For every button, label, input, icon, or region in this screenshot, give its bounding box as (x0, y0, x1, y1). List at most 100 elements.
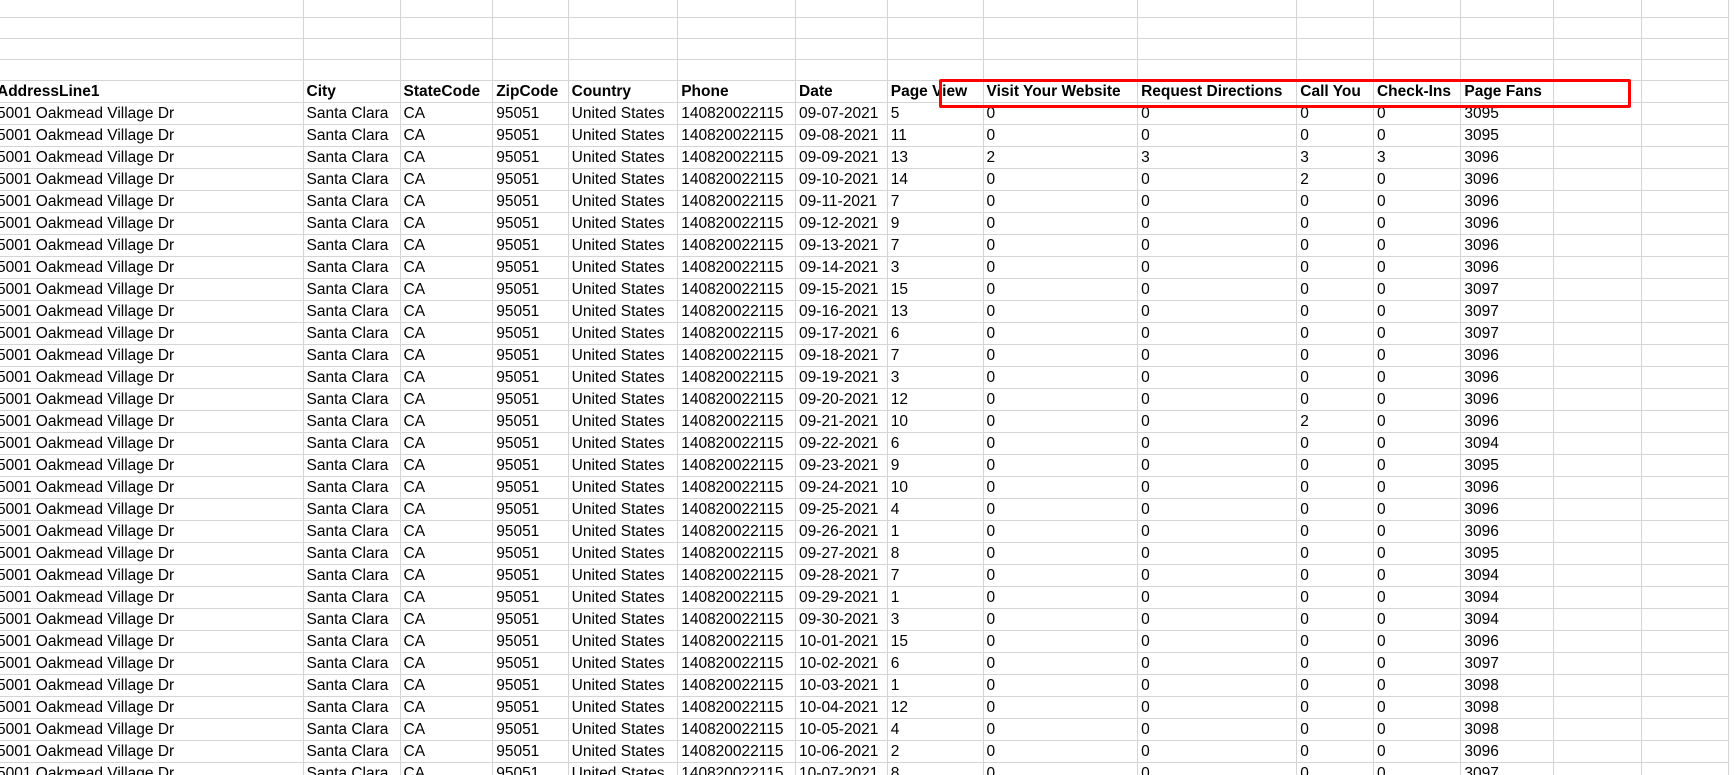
cell[interactable]: 140820022115 (677, 102, 797, 125)
cell[interactable]: 5001 Oakmead Village Dr (0, 278, 304, 301)
cell[interactable]: 5001 Oakmead Village Dr (0, 146, 304, 169)
cell[interactable]: 0 (1373, 674, 1462, 697)
cell[interactable]: CA (400, 564, 494, 587)
cell[interactable] (1641, 696, 1730, 719)
cell[interactable] (1641, 168, 1730, 191)
cell[interactable]: Santa Clara (303, 432, 401, 455)
cell[interactable]: 3096 (1460, 146, 1555, 169)
cell[interactable]: 0 (1373, 234, 1462, 257)
cell[interactable]: 0 (983, 762, 1139, 775)
cell[interactable]: 0 (1296, 608, 1374, 631)
cell[interactable]: 140820022115 (677, 564, 797, 587)
cell[interactable]: 140820022115 (677, 344, 797, 367)
cell[interactable]: 09-18-2021 (795, 344, 888, 367)
cell[interactable]: 3098 (1460, 674, 1555, 697)
cell[interactable]: 95051 (492, 542, 569, 565)
cell[interactable]: United States (568, 234, 679, 257)
cell[interactable]: CA (400, 454, 494, 477)
cell[interactable]: 5001 Oakmead Village Dr (0, 410, 304, 433)
cell[interactable] (1641, 410, 1730, 433)
cell[interactable]: 0 (1373, 124, 1462, 147)
cell[interactable]: 3096 (1460, 212, 1555, 235)
cell[interactable]: 09-09-2021 (795, 146, 888, 169)
cell[interactable] (1296, 17, 1374, 39)
cell[interactable] (1641, 300, 1730, 323)
cell[interactable]: 09-12-2021 (795, 212, 888, 235)
cell[interactable]: 6 (887, 652, 984, 675)
column-header[interactable]: StateCode (400, 80, 494, 103)
column-header[interactable]: ZipCode (492, 80, 569, 103)
cell[interactable]: 0 (1373, 630, 1462, 653)
cell[interactable] (1641, 102, 1730, 125)
cell[interactable]: United States (568, 564, 679, 587)
cell[interactable]: 6 (887, 432, 984, 455)
cell[interactable] (1553, 498, 1642, 521)
cell[interactable]: Santa Clara (303, 366, 401, 389)
cell[interactable]: 140820022115 (677, 366, 797, 389)
cell[interactable]: 0 (1137, 388, 1298, 411)
cell[interactable] (677, 17, 797, 39)
cell[interactable]: 0 (983, 652, 1139, 675)
cell[interactable]: 0 (1137, 696, 1298, 719)
cell[interactable]: CA (400, 630, 494, 653)
cell[interactable]: 0 (1137, 124, 1298, 147)
cell[interactable]: CA (400, 256, 494, 279)
cell[interactable]: CA (400, 190, 494, 213)
cell[interactable]: 1 (887, 586, 984, 609)
cell[interactable]: 95051 (492, 718, 569, 741)
cell[interactable]: 140820022115 (677, 410, 797, 433)
cell[interactable]: 0 (1296, 124, 1374, 147)
cell[interactable]: 0 (983, 344, 1139, 367)
cell[interactable] (795, 17, 888, 39)
cell[interactable]: 09-28-2021 (795, 564, 888, 587)
cell[interactable]: 0 (983, 256, 1139, 279)
cell[interactable] (887, 59, 984, 81)
cell[interactable]: United States (568, 674, 679, 697)
cell[interactable]: 3097 (1460, 652, 1555, 675)
cell[interactable]: 95051 (492, 190, 569, 213)
cell[interactable]: 09-20-2021 (795, 388, 888, 411)
cell[interactable]: Santa Clara (303, 454, 401, 477)
cell[interactable]: 7 (887, 564, 984, 587)
cell[interactable] (1553, 256, 1642, 279)
cell[interactable] (1137, 59, 1298, 81)
cell[interactable]: United States (568, 190, 679, 213)
column-header[interactable]: Request Directions (1137, 80, 1298, 103)
cell[interactable]: 0 (983, 212, 1139, 235)
cell[interactable] (1553, 38, 1642, 60)
cell[interactable]: CA (400, 586, 494, 609)
cell[interactable]: Santa Clara (303, 674, 401, 697)
cell[interactable]: 0 (1373, 520, 1462, 543)
cell[interactable]: 0 (1373, 212, 1462, 235)
cell[interactable] (1641, 124, 1730, 147)
cell[interactable]: United States (568, 762, 679, 775)
column-header[interactable]: Call You (1296, 80, 1374, 103)
cell[interactable]: Santa Clara (303, 388, 401, 411)
cell[interactable]: 0 (983, 366, 1139, 389)
cell[interactable]: 140820022115 (677, 674, 797, 697)
cell[interactable]: 0 (1373, 344, 1462, 367)
column-header[interactable]: AddressLine1 (0, 80, 304, 103)
cell[interactable]: United States (568, 300, 679, 323)
cell[interactable] (0, 59, 304, 81)
cell[interactable]: 0 (1296, 586, 1374, 609)
cell[interactable]: 10-01-2021 (795, 630, 888, 653)
cell[interactable] (0, 17, 304, 39)
cell[interactable]: 7 (887, 234, 984, 257)
cell[interactable]: United States (568, 410, 679, 433)
cell[interactable]: CA (400, 652, 494, 675)
cell[interactable]: Santa Clara (303, 740, 401, 763)
cell[interactable] (1641, 454, 1730, 477)
cell[interactable]: 3097 (1460, 322, 1555, 345)
cell[interactable]: CA (400, 322, 494, 345)
cell[interactable]: 0 (1373, 300, 1462, 323)
cell[interactable]: 95051 (492, 322, 569, 345)
cell[interactable]: 2 (887, 740, 984, 763)
cell[interactable]: 95051 (492, 674, 569, 697)
cell[interactable]: CA (400, 696, 494, 719)
column-header[interactable]: Phone (677, 80, 797, 103)
cell[interactable]: 6 (887, 322, 984, 345)
cell[interactable]: 10-07-2021 (795, 762, 888, 775)
cell[interactable]: Santa Clara (303, 234, 401, 257)
cell[interactable]: 140820022115 (677, 300, 797, 323)
